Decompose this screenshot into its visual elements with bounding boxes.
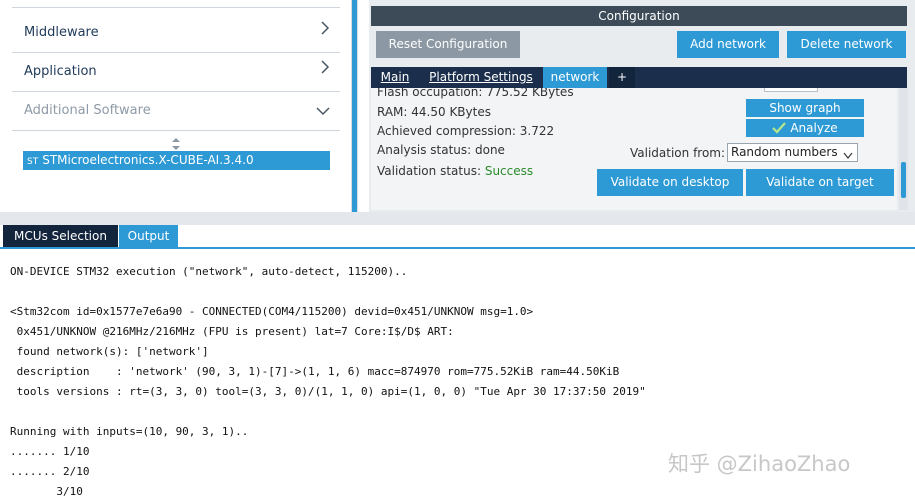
console-line: description : 'network' (90, 3, 1)-[7]->… bbox=[10, 365, 620, 378]
console-line: Running with inputs=(10, 90, 3, 1).. bbox=[10, 425, 249, 438]
configuration-title: Configuration bbox=[371, 6, 907, 26]
analyze-label: Analyze bbox=[790, 121, 838, 135]
validate-on-desktop-button[interactable]: Validate on desktop bbox=[597, 169, 743, 196]
category-row-partial[interactable] bbox=[12, 0, 340, 8]
pack-name: STMicroelectronics.X-CUBE-AI.3.4.0 bbox=[42, 153, 254, 167]
console-line: ON-DEVICE STM32 execution ("network", au… bbox=[10, 265, 408, 278]
tab-network[interactable]: network bbox=[543, 67, 607, 88]
scrollbar-thumb[interactable] bbox=[352, 0, 357, 212]
left-panel-scrollbar[interactable] bbox=[351, 0, 358, 212]
category-additional-software[interactable]: Additional Software bbox=[12, 93, 340, 131]
delete-network-button[interactable]: Delete network bbox=[787, 31, 906, 58]
category-middleware[interactable]: Middleware bbox=[12, 15, 340, 53]
config-scrollbar[interactable] bbox=[899, 88, 908, 210]
flash-occupation: Flash occupation: 775.52 KBytes bbox=[377, 88, 574, 99]
reset-configuration-button[interactable]: Reset Configuration bbox=[376, 31, 520, 58]
selected-software-pack[interactable]: ST STMicroelectronics.X-CUBE-AI.3.4.0 bbox=[23, 151, 330, 170]
tab-platform-settings[interactable]: Platform Settings bbox=[421, 67, 541, 88]
panel-divider[interactable] bbox=[358, 0, 369, 212]
sort-arrows-icon[interactable] bbox=[171, 136, 181, 150]
panel-separator bbox=[0, 212, 915, 225]
ram-usage: RAM: 44.50 KBytes bbox=[377, 105, 491, 119]
tab-output[interactable]: Output bbox=[119, 225, 178, 247]
chevron-down-icon[interactable] bbox=[316, 101, 330, 120]
category-label: Additional Software bbox=[24, 103, 151, 118]
show-graph-button[interactable]: Show graph bbox=[746, 99, 864, 117]
category-application[interactable]: Application bbox=[12, 54, 340, 92]
scrollbar-thumb[interactable] bbox=[901, 162, 906, 198]
validation-from-select[interactable]: Random numbers bbox=[727, 143, 858, 162]
add-network-button[interactable]: Add network bbox=[677, 31, 779, 58]
checkmark-icon bbox=[772, 121, 787, 139]
console-line: tools versions : rt=(3, 3, 0) tool=(3, 3… bbox=[10, 385, 646, 398]
chevron-right-icon[interactable] bbox=[320, 20, 330, 39]
console-line: <Stm32com id=0x1577e7e6a90 - CONNECTED(C… bbox=[10, 305, 534, 318]
validation-from-value: Random numbers bbox=[731, 145, 838, 159]
validation-status-label: Validation status: bbox=[377, 164, 481, 178]
category-label: Middleware bbox=[24, 25, 99, 40]
console-line: 0x451/UNKNOW @216MHz/216MHz (FPU is pres… bbox=[10, 325, 454, 338]
console-line: 3/10 bbox=[10, 485, 83, 498]
analyze-button[interactable]: Analyze bbox=[746, 119, 864, 137]
validation-from-label: Validation from: bbox=[630, 146, 726, 160]
chevron-right-icon[interactable] bbox=[320, 59, 330, 78]
console-line: ....... 1/10 bbox=[10, 445, 90, 458]
network-info-area: Flash occupation: 775.52 KBytes RAM: 44.… bbox=[371, 88, 897, 210]
watermark: 知乎 @ZihaoZhao bbox=[668, 452, 851, 476]
console-line: found network(s): ['network'] bbox=[10, 345, 209, 358]
console-line: ....... 2/10 bbox=[10, 465, 90, 478]
st-logo-icon: ST bbox=[27, 157, 39, 167]
validate-on-target-button[interactable]: Validate on target bbox=[746, 169, 894, 196]
chevron-down-icon bbox=[843, 148, 853, 165]
analysis-status: Analysis status: done bbox=[377, 143, 505, 157]
tab-mcus-selection[interactable]: MCUs Selection bbox=[3, 225, 118, 247]
achieved-compression: Achieved compression: 3.722 bbox=[377, 124, 555, 138]
category-panel: Middleware Application Additional Softwa… bbox=[0, 0, 351, 212]
add-tab-button[interactable]: + bbox=[609, 67, 635, 88]
partial-button-edge bbox=[764, 88, 818, 92]
category-label: Application bbox=[24, 64, 97, 79]
validation-status-value: Success bbox=[484, 164, 534, 178]
tab-main[interactable]: Main bbox=[373, 67, 417, 88]
validation-status: Validation status: Success bbox=[377, 164, 533, 178]
